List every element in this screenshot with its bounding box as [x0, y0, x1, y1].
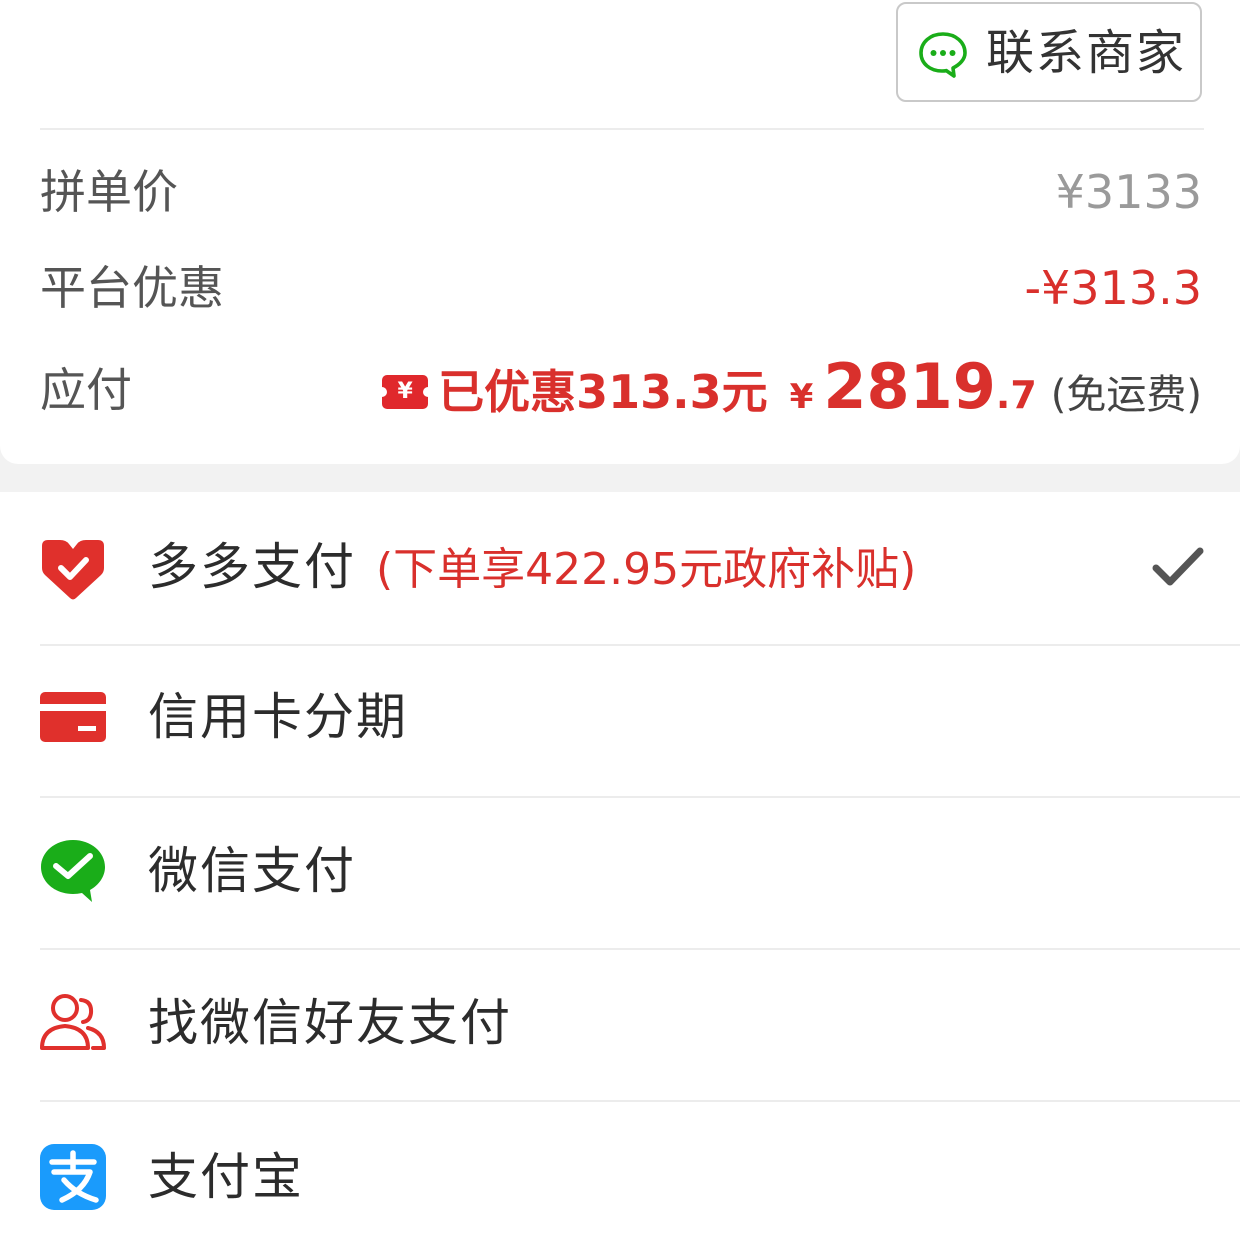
order-summary-card: 联系商家 拼单价 ¥3133 平台优惠 -¥313.3 应付 ¥ 已优惠313.…: [0, 0, 1240, 464]
contact-merchant-button[interactable]: 联系商家: [896, 2, 1202, 102]
payment-method-name: 多多支付: [148, 538, 356, 596]
group-price-value: ¥3133: [1055, 165, 1202, 219]
chat-bubble-icon: [919, 32, 967, 78]
payment-method-label: 多多支付 (下单享422.95元政府补贴): [148, 532, 916, 605]
payment-method-alipay[interactable]: 支付宝: [0, 1102, 1240, 1240]
platform-discount-row: 平台优惠 -¥313.3: [40, 248, 1202, 328]
credit-card-icon: [40, 692, 106, 742]
payment-method-credit-card[interactable]: 信用卡分期: [0, 646, 1240, 796]
currency-symbol: ¥: [789, 377, 814, 417]
group-price-row: 拼单价 ¥3133: [40, 152, 1202, 232]
amount-due-decimal: .7: [995, 373, 1037, 417]
payment-method-wechat[interactable]: 微信支付: [0, 798, 1240, 948]
payment-method-name: 支付宝: [148, 1148, 304, 1206]
payment-method-name: 信用卡分期: [148, 688, 408, 746]
payment-method-name: 微信支付: [148, 842, 356, 900]
divider: [40, 128, 1204, 130]
wechat-pay-icon: [41, 840, 105, 902]
friends-icon: [40, 994, 106, 1050]
amount-due-label: 应付: [40, 363, 132, 417]
amount-due-row: 应付 ¥ 已优惠313.3元 ¥ 2819 .7 (免运费): [40, 350, 1202, 430]
contact-merchant-label: 联系商家: [986, 25, 1187, 81]
yen-coupon-icon: ¥: [377, 375, 434, 409]
payment-method-wechat-friend[interactable]: 找微信好友支付: [0, 950, 1240, 1100]
selected-check-icon: [1152, 547, 1204, 586]
alipay-icon: [40, 1144, 106, 1210]
amount-due-integer: 2819: [823, 350, 996, 423]
coupon-glyph: ¥: [397, 379, 413, 404]
payment-method-duoduo[interactable]: 多多支付 (下单享422.95元政府补贴): [0, 492, 1240, 642]
amount-due-detail: ¥ 已优惠313.3元 ¥ 2819 .7 (免运费): [377, 350, 1202, 430]
free-shipping-note: (免运费): [1050, 372, 1202, 418]
section-gap: [0, 464, 1240, 492]
saved-amount-text: 已优惠313.3元: [438, 365, 768, 419]
duoduo-pay-heart-icon: [42, 540, 104, 600]
payment-page: 联系商家 拼单价 ¥3133 平台优惠 -¥313.3 应付 ¥ 已优惠313.…: [0, 0, 1240, 1240]
payment-method-name: 找微信好友支付: [148, 994, 512, 1052]
platform-discount-value: -¥313.3: [1024, 261, 1202, 315]
group-price-label: 拼单价: [40, 165, 178, 219]
subsidy-note: (下单享422.95元政府补贴): [376, 544, 917, 595]
platform-discount-label: 平台优惠: [40, 261, 224, 315]
